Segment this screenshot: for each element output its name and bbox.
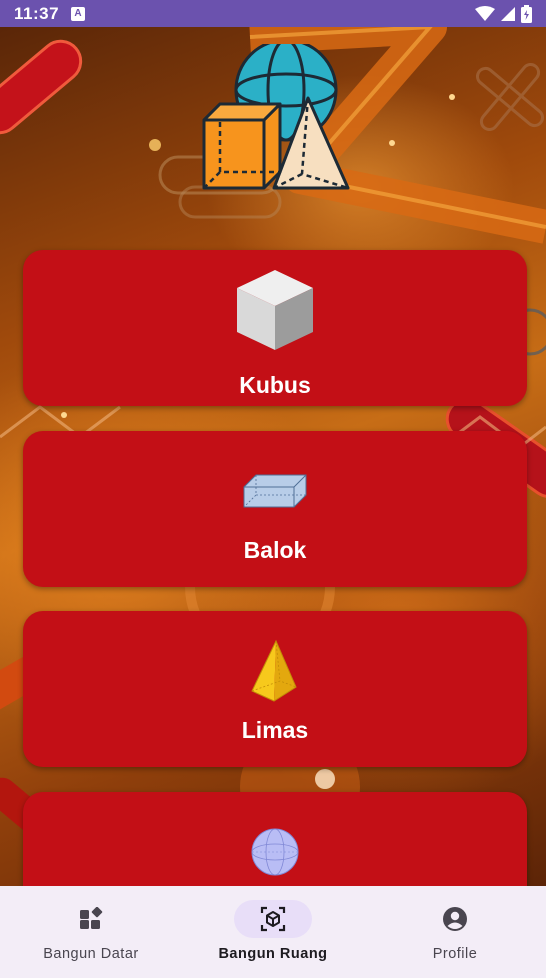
card-label: Limas <box>241 717 309 743</box>
nav-item-bangun-datar[interactable]: Bangun Datar <box>0 886 182 978</box>
bottom-navigation: Bangun Datar Bangun Ruang Profile <box>0 886 546 978</box>
battery-icon <box>521 4 532 23</box>
card-limas[interactable]: Limas <box>23 611 527 767</box>
cube-outline-icon <box>260 906 286 932</box>
card-label: Balok <box>243 537 307 563</box>
sphere-icon <box>251 828 299 876</box>
cuboid-icon <box>243 474 307 508</box>
nav-pill <box>52 900 130 938</box>
nav-label: Bangun Ruang <box>218 946 328 962</box>
status-icons <box>475 4 532 23</box>
nav-label: Bangun Datar <box>43 946 139 962</box>
status-time: 11:37 <box>14 3 60 23</box>
status-bar: 11:37 A <box>0 0 546 27</box>
signal-icon <box>501 6 515 21</box>
shapes-header-illustration <box>202 44 350 190</box>
cube-icon <box>237 270 313 350</box>
nav-pill-active <box>234 900 312 938</box>
account-circle-icon <box>443 907 467 931</box>
nav-label: Profile <box>432 946 478 962</box>
notification-icon: A <box>71 6 86 21</box>
wifi-icon <box>475 5 495 21</box>
pyramid-icon <box>251 639 297 702</box>
card-balok[interactable]: Balok <box>23 431 527 587</box>
card-kubus[interactable]: Kubus <box>23 250 527 406</box>
card-label: Kubus <box>239 372 311 398</box>
dashboard-icon <box>80 907 103 929</box>
nav-pill <box>416 900 494 938</box>
nav-item-profile[interactable]: Profile <box>364 886 546 978</box>
nav-item-bangun-ruang[interactable]: Bangun Ruang <box>182 886 364 978</box>
